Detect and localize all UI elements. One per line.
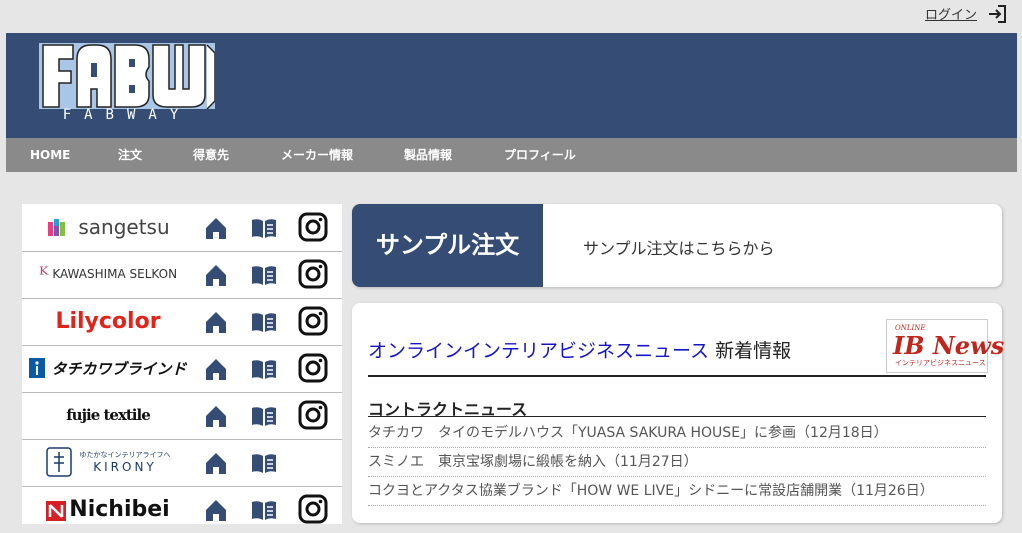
news-item[interactable]: コクヨとアクタス協業ブランド「HOW WE LIVE」シドニーに常設店舗開業（1… — [368, 477, 986, 506]
brand-row-nichibei: Nichibei — [22, 486, 342, 533]
brand-row-fujie: fujie textile — [22, 392, 342, 440]
ib-logo-text: IB News — [893, 331, 1005, 360]
brand-logo-nichibei[interactable]: Nichibei — [22, 486, 194, 532]
kawashima-mark-icon: ᴷ — [38, 262, 49, 286]
instagram-icon[interactable] — [298, 259, 328, 289]
catalog-book-icon[interactable] — [250, 355, 278, 383]
heading-divider — [368, 375, 986, 377]
sample-order-description: サンプル注文はこちらから — [583, 239, 775, 258]
top-bar: ログイン — [0, 0, 1022, 33]
ib-logo-small-bottom: インテリアビジネスニュース — [895, 359, 986, 367]
nav-customers[interactable]: 得意先 — [193, 138, 229, 172]
news-item[interactable]: スミノエ 東京宝塚劇場に緞帳を納入（11月27日） — [368, 448, 986, 477]
news-panel: オンラインインテリアビジネスニュース 新着情報 ONLINE IB News イ… — [352, 303, 1004, 523]
brand-row-kawashima: ᴷ KAWASHIMA SELKON — [22, 251, 342, 299]
brand-logo-lilycolor[interactable]: Lilycolor — [22, 298, 194, 344]
brand-name: Nichibei — [69, 496, 170, 522]
instagram-icon[interactable] — [298, 353, 328, 383]
catalog-book-icon[interactable] — [250, 449, 278, 477]
catalog-book-icon[interactable] — [250, 402, 278, 430]
catalog-book-icon[interactable] — [250, 214, 278, 242]
sangetsu-mark-icon — [48, 219, 66, 236]
sample-order-title: サンプル注文 — [352, 204, 543, 287]
instagram-icon[interactable] — [298, 306, 328, 336]
brand-row-sangetsu: sangetsu — [22, 204, 342, 252]
brand-name: KIRONY — [93, 460, 157, 474]
catalog-book-icon[interactable] — [250, 308, 278, 336]
catalog-book-icon[interactable] — [250, 261, 278, 289]
news-heading: オンラインインテリアビジネスニュース 新着情報 — [368, 336, 791, 363]
nav-profile[interactable]: プロフィール — [504, 138, 576, 172]
login-link[interactable]: ログイン — [925, 4, 977, 23]
ib-news-link[interactable]: オンラインインテリアビジネスニュース — [368, 340, 709, 362]
brand-tagline: ゆたかなインテリアライフへ — [79, 451, 171, 459]
instagram-icon[interactable] — [298, 400, 328, 430]
brand-logo-kawashima[interactable]: ᴷ KAWASHIMA SELKON — [22, 251, 194, 297]
site-header: FABWAY — [6, 33, 1017, 138]
logo-wordmark: FABWAY — [62, 107, 192, 123]
home-icon[interactable] — [202, 355, 230, 383]
brand-name: KAWASHIMA SELKON — [52, 267, 178, 281]
nav-maker-info[interactable]: メーカー情報 — [281, 138, 353, 172]
instagram-icon[interactable] — [298, 494, 328, 524]
home-icon[interactable] — [202, 261, 230, 289]
news-item[interactable]: タチカワ タイのモデルハウス「YUASA SAKURA HOUSE」に参画（12… — [368, 419, 986, 448]
brand-name: Lilycolor — [55, 308, 161, 334]
nav-home[interactable]: HOME — [30, 138, 70, 172]
kirony-mark-icon — [45, 447, 72, 477]
brand-logo-tachikawa[interactable]: タチカワブラインド — [22, 345, 194, 391]
home-icon[interactable] — [202, 449, 230, 477]
brand-row-tachikawa: タチカワブラインド — [22, 345, 342, 393]
catalog-book-icon[interactable] — [250, 496, 278, 524]
home-icon[interactable] — [202, 214, 230, 242]
nichibei-mark-icon — [46, 501, 67, 521]
brand-logo-kirony[interactable]: ゆたかなインテリアライフへ KIRONY — [22, 439, 194, 485]
main-nav: HOME 注文 得意先 メーカー情報 製品情報 プロフィール — [6, 138, 1017, 172]
brand-name: sangetsu — [78, 215, 170, 239]
home-icon[interactable] — [202, 496, 230, 524]
tachikawa-mark-icon — [29, 358, 46, 378]
brand-logo-sangetsu[interactable]: sangetsu — [22, 204, 194, 250]
brand-name: タチカワブラインド — [51, 359, 187, 378]
brand-row-kirony: ゆたかなインテリアライフへ KIRONY — [22, 439, 342, 487]
ib-news-logo[interactable]: ONLINE IB News インテリアビジネスニュース — [886, 319, 1004, 373]
sample-order-panel[interactable]: サンプル注文 サンプル注文はこちらから — [352, 204, 1002, 287]
brand-name: fujie textile — [66, 406, 151, 424]
brand-sidebar: sangetsu ᴷ KAWASHIMA SELKON Lilycolor タチ… — [22, 204, 342, 524]
section-divider — [368, 416, 986, 417]
brand-row-lilycolor: Lilycolor — [22, 298, 342, 346]
nav-product-info[interactable]: 製品情報 — [404, 138, 452, 172]
login-icon[interactable] — [986, 3, 1008, 25]
nav-order[interactable]: 注文 — [118, 138, 142, 172]
brand-logo-fujie[interactable]: fujie textile — [22, 392, 194, 438]
news-heading-suffix: 新着情報 — [709, 340, 792, 362]
home-icon[interactable] — [202, 308, 230, 336]
home-icon[interactable] — [202, 402, 230, 430]
instagram-icon[interactable] — [298, 212, 328, 242]
